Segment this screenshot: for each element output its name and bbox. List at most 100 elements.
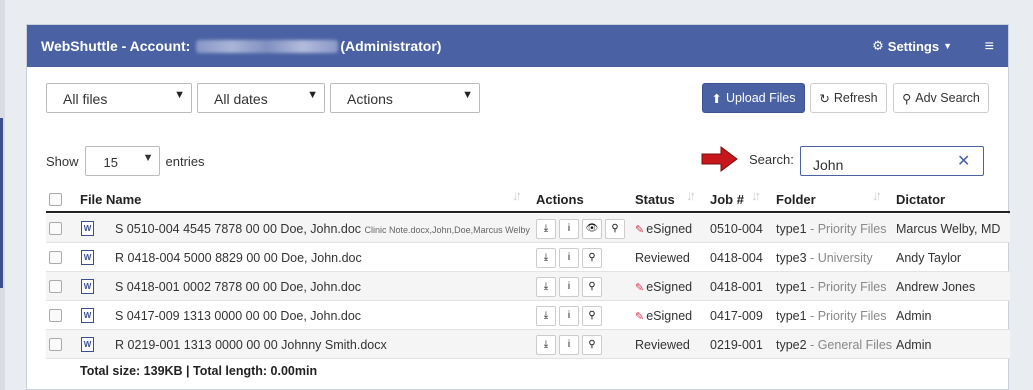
refresh-label: Refresh xyxy=(833,91,878,105)
word-doc-icon: W xyxy=(81,279,94,294)
table-row[interactable]: W S 0417-009 1313 0000 00 00 Doe, John.do… xyxy=(46,301,1010,330)
info-button[interactable]: i xyxy=(559,306,579,326)
search-label: Search: xyxy=(749,152,794,167)
folder-cell: type1 - Priority Files xyxy=(776,222,886,236)
file-note: Clinic Note.docx,John,Doe,Marcus Welby xyxy=(364,225,530,235)
search-button[interactable]: ⚲ xyxy=(605,219,625,239)
job-number: 0510-004 xyxy=(710,222,763,236)
download-button[interactable]: ⤓ xyxy=(536,335,556,355)
download-button[interactable]: ⤓ xyxy=(536,219,556,239)
settings-menu[interactable]: ⚙ Settings ▼ xyxy=(872,38,952,54)
row-checkbox[interactable] xyxy=(49,251,62,264)
folder-name: - General Files xyxy=(806,338,893,352)
chevron-down-icon: ▼ xyxy=(943,41,952,51)
info-icon: i xyxy=(567,310,571,321)
word-doc-icon: W xyxy=(81,221,94,236)
search-icon: ⚲ xyxy=(902,91,912,106)
select-all-checkbox[interactable] xyxy=(49,193,62,206)
actions-select[interactable]: Actions ▼ xyxy=(330,83,480,113)
adv-search-button[interactable]: ⚲ Adv Search xyxy=(893,83,989,113)
arrow-right-icon xyxy=(701,146,738,172)
files-filter-select[interactable]: All files ▼ xyxy=(46,83,192,113)
table-row[interactable]: W S 0418-001 0002 7878 00 00 Doe, John.do… xyxy=(46,272,1010,301)
left-edge xyxy=(0,0,5,390)
search-button[interactable]: ⚲ xyxy=(582,306,602,326)
folder-type: type1 xyxy=(776,309,807,323)
info-button[interactable]: i xyxy=(559,277,579,297)
folder-type: type2 xyxy=(776,338,807,352)
download-button[interactable]: ⤓ xyxy=(536,306,556,326)
col-dictator[interactable]: Dictator xyxy=(896,192,945,207)
status-cell: Reviewed xyxy=(635,251,690,265)
status-text: eSigned xyxy=(646,280,693,294)
dates-filter-value: All dates xyxy=(214,91,268,107)
status-cell: ✎ eSigned xyxy=(635,222,692,236)
col-job[interactable]: Job # xyxy=(710,192,744,207)
folder-name: - Priority Files xyxy=(806,222,887,236)
table-row[interactable]: W R 0418-004 5000 8829 00 00 Doe, John.do… xyxy=(46,243,1010,272)
search-button[interactable]: ⚲ xyxy=(582,335,602,355)
chevron-down-icon: ▼ xyxy=(462,89,473,101)
app-title: WebShuttle - Account: xyxy=(41,38,191,54)
search-button[interactable]: ⚲ xyxy=(582,248,602,268)
refresh-icon: ↻ xyxy=(819,91,830,106)
file-name-text: S 0418-001 0002 7878 00 00 Doe, John.doc xyxy=(115,280,362,294)
download-icon: ⤓ xyxy=(543,339,549,350)
folder-name: - Priority Files xyxy=(806,280,887,294)
file-name[interactable]: S 0510-004 4545 7878 00 00 Doe, John.doc… xyxy=(115,222,538,236)
actions-select-value: Actions xyxy=(347,91,393,107)
sort-icon[interactable]: ↓↑ xyxy=(512,188,522,203)
dictator-name: Admin xyxy=(896,338,932,352)
info-icon: i xyxy=(567,339,571,350)
page-size-select[interactable]: 15 ▼ xyxy=(84,146,160,176)
table-row[interactable]: W R 0219-001 1313 0000 00 00 Johnny Smith… xyxy=(46,330,1010,359)
show-label: Show xyxy=(46,153,79,169)
sort-icon[interactable]: ↓↑ xyxy=(872,188,882,203)
col-folder[interactable]: Folder xyxy=(776,192,816,207)
file-name[interactable]: R 0418-004 5000 8829 00 00 Doe, John.doc xyxy=(115,251,538,265)
gear-icon: ⚙ xyxy=(872,38,884,53)
sort-icon[interactable]: ↓↑ xyxy=(686,188,696,203)
pencil-icon: ✎ xyxy=(635,224,645,236)
download-button[interactable]: ⤓ xyxy=(536,248,556,268)
table-row[interactable]: W S 0510-004 4545 7878 00 00 Doe, John.do… xyxy=(46,214,1010,243)
search-button[interactable]: ⚲ xyxy=(582,277,602,297)
eye-button[interactable]: 👁 xyxy=(582,219,602,239)
row-checkbox[interactable] xyxy=(49,309,62,322)
adv-search-label: Adv Search xyxy=(915,91,980,105)
dates-filter-select[interactable]: All dates ▼ xyxy=(197,83,325,113)
info-button[interactable]: i xyxy=(559,219,579,239)
word-doc-icon: W xyxy=(81,308,94,323)
folder-name: - Priority Files xyxy=(806,309,887,323)
status-cell: ✎ eSigned xyxy=(635,280,692,294)
info-button[interactable]: i xyxy=(559,335,579,355)
row-checkbox[interactable] xyxy=(49,280,62,293)
file-name-text: S 0510-004 4545 7878 00 00 Doe, John.doc xyxy=(115,222,362,236)
col-status[interactable]: Status xyxy=(635,192,675,207)
word-doc-icon: W xyxy=(81,337,94,352)
file-name[interactable]: S 0417-009 1313 0000 00 00 Doe, John.doc xyxy=(115,309,538,323)
sort-icon[interactable]: ↓↑ xyxy=(751,188,761,203)
refresh-button[interactable]: ↻ Refresh xyxy=(810,83,887,113)
col-actions: Actions xyxy=(536,192,584,207)
status-cell: ✎ eSigned xyxy=(635,309,692,323)
table-header: File Name ↓↑ Actions Status ↓↑ Job # ↓↑ … xyxy=(46,186,1010,213)
pencil-icon: ✎ xyxy=(635,311,645,323)
file-name[interactable]: R 0219-001 1313 0000 00 00 Johnny Smith.… xyxy=(115,338,538,352)
info-button[interactable]: i xyxy=(559,248,579,268)
status-cell: Reviewed xyxy=(635,338,690,352)
table-footer: Total size: 139KB | Total length: 0.00mi… xyxy=(80,364,318,378)
search-icon: ⚲ xyxy=(611,223,619,234)
file-name-text: R 0219-001 1313 0000 00 00 Johnny Smith.… xyxy=(115,338,387,352)
col-file-name[interactable]: File Name xyxy=(80,192,141,207)
upload-files-button[interactable]: ⬆ Upload Files xyxy=(702,83,805,113)
download-icon: ⤓ xyxy=(543,281,549,292)
download-button[interactable]: ⤓ xyxy=(536,277,556,297)
row-checkbox[interactable] xyxy=(49,338,62,351)
clear-search-icon[interactable]: ✕ xyxy=(957,151,970,171)
hamburger-icon[interactable]: ≡ xyxy=(985,38,994,56)
dictator-name: Andy Taylor xyxy=(896,251,962,265)
row-checkbox[interactable] xyxy=(49,222,62,235)
page-size-control: Show 15 ▼ entries xyxy=(46,146,205,176)
file-name[interactable]: S 0418-001 0002 7878 00 00 Doe, John.doc xyxy=(115,280,538,294)
